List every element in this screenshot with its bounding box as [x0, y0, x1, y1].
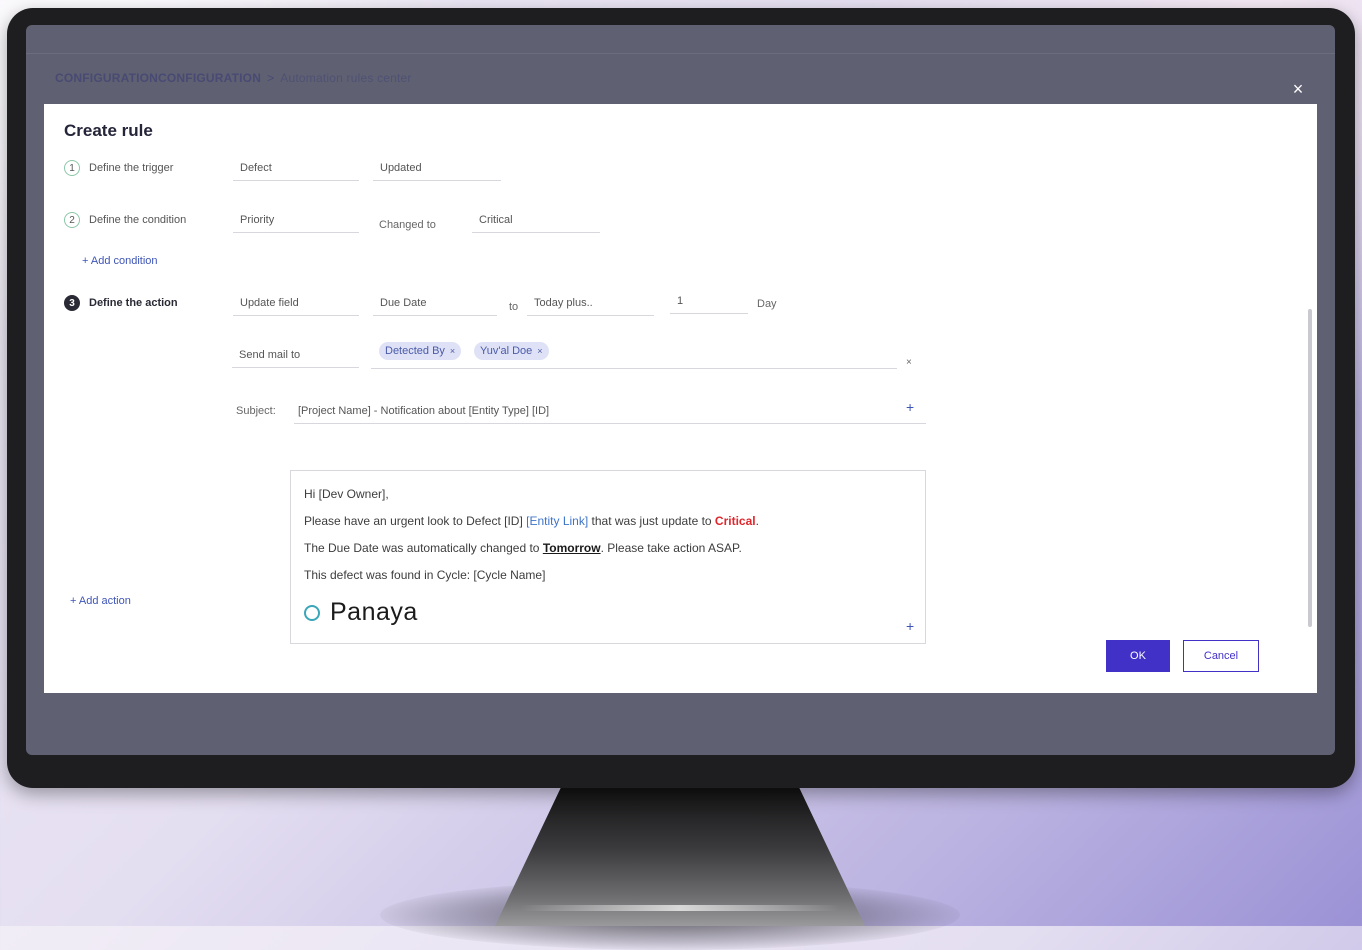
send-mail-select[interactable]: Send mail to: [232, 346, 359, 368]
action-value-select[interactable]: Today plus..: [527, 294, 654, 316]
cancel-button[interactable]: Cancel: [1183, 640, 1259, 672]
trigger-event-select[interactable]: Updated: [373, 159, 501, 181]
subject-value: [Project Name] - Notification about [Ent…: [298, 405, 550, 417]
scrollbar[interactable]: [1308, 309, 1312, 627]
body-line: Please have an urgent look to Defect [ID…: [304, 514, 759, 528]
recipient-chip[interactable]: Yuv'al Doe ×: [474, 342, 549, 360]
step-number: 3: [64, 295, 80, 311]
critical-text: Critical: [714, 514, 756, 528]
create-rule-dialog: Create rule 1 Define the trigger Defect …: [44, 104, 1317, 693]
action-connector: to: [509, 301, 519, 313]
add-action-link[interactable]: + Add action: [70, 595, 131, 607]
action-field-select[interactable]: Due Date: [373, 294, 497, 316]
monitor-stand-highlight: [520, 905, 840, 911]
condition-value-select[interactable]: Critical: [472, 211, 600, 233]
step-number: 2: [64, 212, 80, 228]
logo-text: Panaya: [330, 598, 418, 626]
breadcrumb: CONFIGURATIONCONFIGURATION > Automation ru…: [55, 71, 412, 85]
body-greeting: Hi [Dev Owner],: [304, 487, 389, 501]
divider: [26, 53, 1335, 54]
add-condition-link[interactable]: + Add condition: [82, 255, 158, 267]
action-type-select[interactable]: Update field: [233, 294, 359, 316]
step-label: Define the trigger: [89, 162, 174, 174]
condition-field-select[interactable]: Priority: [233, 211, 359, 233]
tomorrow-text: Tomorrow: [542, 541, 601, 555]
recipients-input[interactable]: Detected By × Yuv'al Doe ×: [371, 340, 897, 369]
clear-recipients-icon[interactable]: ×: [906, 357, 912, 368]
trigger-entity-select[interactable]: Defect: [233, 159, 359, 181]
mail-body-editor[interactable]: Hi [Dev Owner], Please have an urgent lo…: [290, 470, 926, 644]
ok-button[interactable]: OK: [1106, 640, 1170, 672]
subject-label: Subject:: [236, 405, 276, 417]
breadcrumb-current: Automation rules center: [280, 71, 412, 85]
breadcrumb-separator: >: [267, 71, 275, 85]
action-unit: Day: [757, 298, 777, 310]
step-trigger: 1 Define the trigger: [64, 160, 173, 176]
step-condition: 2 Define the condition: [64, 212, 186, 228]
remove-chip-icon[interactable]: ×: [537, 346, 542, 356]
body-line: The Due Date was automatically changed t…: [304, 541, 742, 555]
step-number: 1: [64, 160, 80, 176]
panaya-logo: Panaya: [304, 598, 418, 627]
step-action: 3 Define the action: [64, 295, 178, 311]
add-body-token-icon[interactable]: +: [906, 618, 914, 634]
body-line: This defect was found in Cycle: [Cycle N…: [304, 568, 546, 582]
step-label: Define the condition: [89, 214, 187, 226]
app-screen: CONFIGURATIONCONFIGURATION > Automation ru…: [26, 25, 1335, 755]
subject-input[interactable]: [Project Name] - Notification about [Ent…: [294, 401, 926, 424]
recipient-chip[interactable]: Detected By ×: [379, 342, 462, 360]
remove-chip-icon[interactable]: ×: [450, 346, 455, 356]
condition-operator: Changed to: [379, 219, 436, 231]
logo-ring-icon: [304, 604, 320, 621]
action-amount-input[interactable]: 1: [670, 292, 748, 314]
entity-link[interactable]: [Entity Link]: [526, 514, 588, 528]
dialog-title: Create rule: [64, 121, 153, 140]
step-label: Define the action: [89, 297, 178, 309]
monitor: CONFIGURATIONCONFIGURATION > Automation ru…: [7, 8, 1355, 788]
breadcrumb-root[interactable]: CONFIGURATIONCONFIGURATION: [55, 71, 261, 85]
add-subject-token-icon[interactable]: +: [906, 399, 914, 415]
close-icon[interactable]: ×: [1288, 79, 1308, 99]
